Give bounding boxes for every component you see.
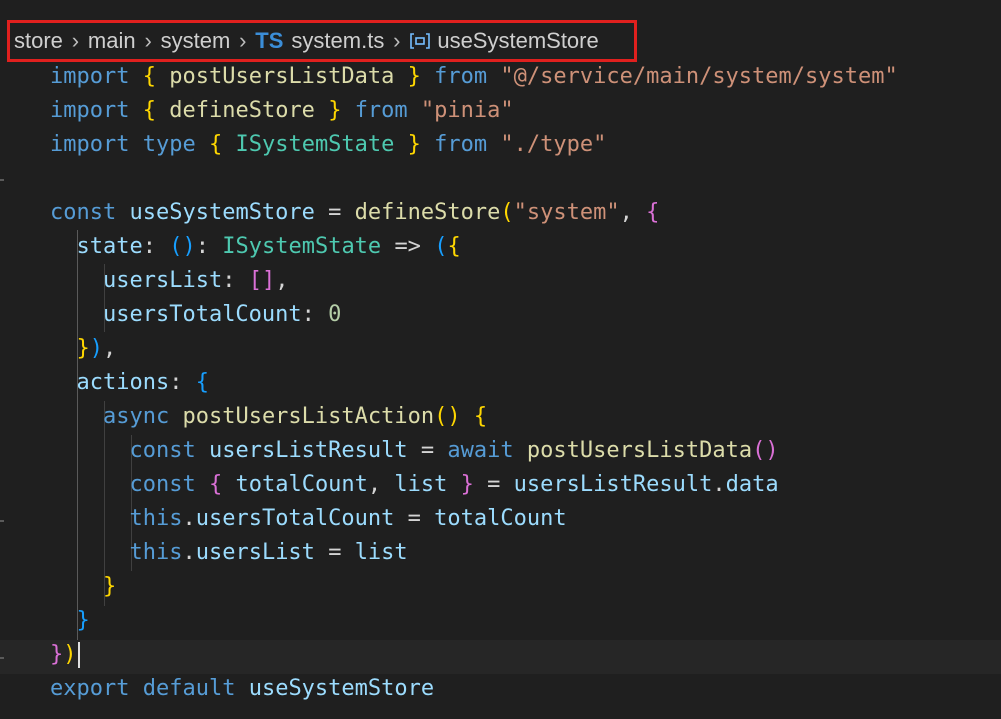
- symbol-variable-icon: [410, 33, 431, 49]
- gutter-marker: [0, 520, 4, 522]
- breadcrumb-item-symbol[interactable]: useSystemStore: [437, 28, 598, 54]
- code-line-19: export default useSystemStore: [50, 676, 435, 701]
- code-line-17: }: [76, 608, 90, 633]
- code-line-9: }),: [76, 336, 117, 361]
- chevron-right-icon: ›: [71, 28, 80, 53]
- code-line-15: this.usersList = list: [129, 540, 408, 565]
- current-line-highlight: [0, 640, 1001, 674]
- text-cursor: [77, 642, 80, 668]
- breadcrumb-item-file[interactable]: system.ts: [291, 28, 384, 54]
- chevron-right-icon: ›: [239, 28, 247, 53]
- code-line-11: async postUsersListAction() {: [102, 404, 488, 429]
- code-line-13: const { totalCount, list } = usersListRe…: [129, 472, 779, 497]
- code-line-7: usersList: [],: [102, 268, 289, 293]
- gutter-marker: [0, 179, 4, 181]
- code-line-2: import { defineStore } from "pinia": [50, 98, 514, 123]
- chevron-right-icon: ›: [144, 28, 152, 53]
- chevron-right-icon: ›: [393, 28, 401, 53]
- code-line-5: const useSystemStore = defineStore("syst…: [50, 200, 660, 225]
- code-line-16: }: [102, 574, 117, 599]
- code-line-8: usersTotalCount: 0: [102, 302, 342, 327]
- code-editor[interactable]: import { postUsersListData } from "@/ser…: [0, 60, 1001, 719]
- code-line-3: import type { ISystemState } from "./typ…: [50, 132, 607, 157]
- code-line-1: import { postUsersListData } from "@/ser…: [50, 64, 898, 89]
- code-line-14: this.usersTotalCount = totalCount: [129, 506, 567, 531]
- breadcrumb-item-main[interactable]: main: [88, 28, 136, 54]
- breadcrumb-item-system[interactable]: system: [161, 28, 231, 54]
- breadcrumb: store › main › system › TS system.ts › u…: [7, 20, 637, 62]
- code-line-12: const usersListResult = await postUsersL…: [129, 438, 779, 463]
- breadcrumb-item-store[interactable]: store: [14, 28, 63, 54]
- code-line-6: state: (): ISystemState => ({: [76, 234, 461, 259]
- code-line-10: actions: {: [76, 370, 209, 395]
- typescript-file-icon: TS: [255, 28, 284, 53]
- gutter-marker: [0, 657, 4, 659]
- code-line-18: }): [50, 638, 80, 672]
